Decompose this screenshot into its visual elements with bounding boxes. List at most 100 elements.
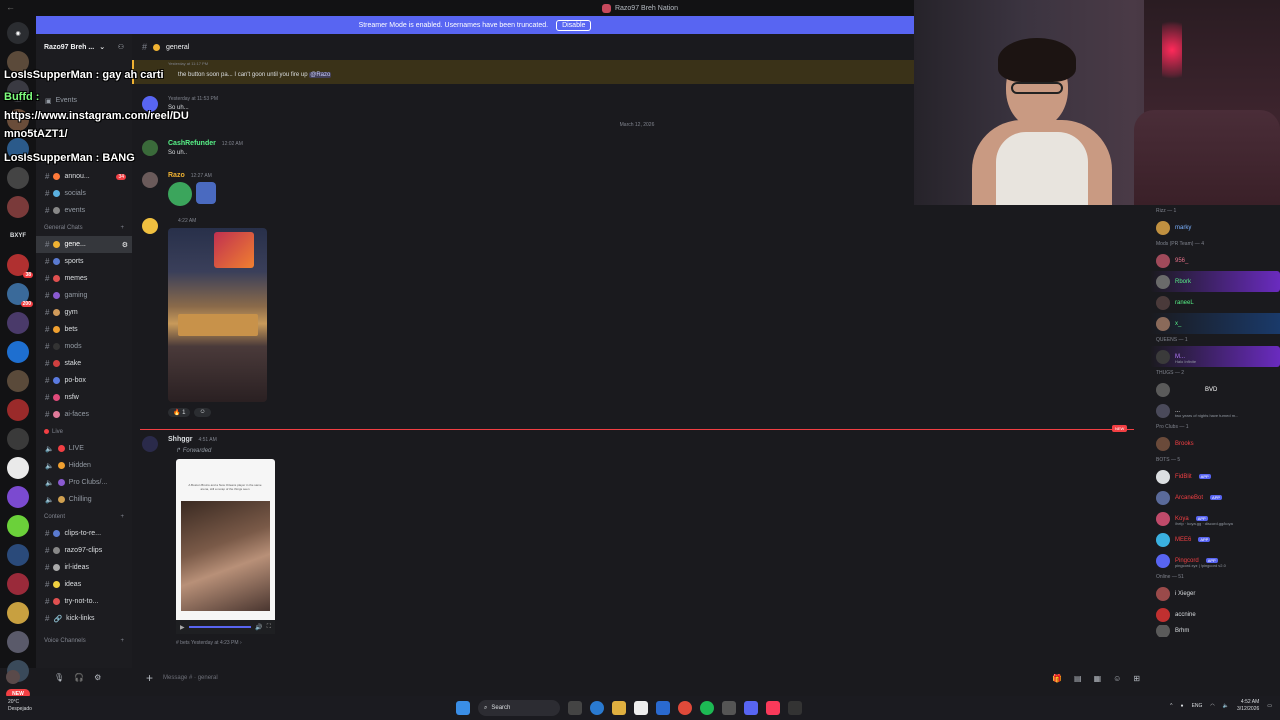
clock[interactable]: 4:52 AM 3/12/2026 xyxy=(1237,699,1259,713)
user-mention[interactable]: @Razo xyxy=(309,72,332,78)
plus-icon[interactable]: + xyxy=(120,225,124,231)
task-view-icon[interactable] xyxy=(568,701,582,715)
server-icon[interactable] xyxy=(7,341,29,363)
microphone-icon[interactable]: 🎙 xyxy=(54,673,64,682)
member-item[interactable]: ... two years of nights have turned m... xyxy=(1150,400,1280,421)
member-item[interactable]: raneeL xyxy=(1150,292,1280,313)
chevron-down-icon[interactable]: ⌄ xyxy=(99,43,105,51)
avatar[interactable] xyxy=(142,140,158,156)
voice-channel-pro-clubs[interactable]: 🔈 Pro Clubs/... xyxy=(36,474,132,491)
avatar[interactable] xyxy=(6,670,20,684)
play-icon[interactable]: ▶ xyxy=(180,624,185,631)
server-icon[interactable] xyxy=(7,486,29,508)
voice-channel-chilling[interactable]: 🔈 Chilling xyxy=(36,491,132,508)
server-icon[interactable] xyxy=(7,544,29,566)
avatar[interactable] xyxy=(142,218,158,234)
channel-clips-to-review[interactable]: # clips-to-re... xyxy=(36,525,132,542)
channel-ideas[interactable]: # ideas xyxy=(36,576,132,593)
member-item[interactable]: marky xyxy=(1150,217,1280,238)
tray-icon[interactable]: ● xyxy=(1181,703,1184,709)
chrome-icon[interactable] xyxy=(678,701,692,715)
username[interactable]: Razo xyxy=(168,172,185,179)
store-icon[interactable] xyxy=(634,701,648,715)
server-icon[interactable] xyxy=(7,312,29,334)
apps-icon[interactable]: ⊞ xyxy=(1133,674,1140,683)
server-header[interactable]: Razo97 Breh ... ⌄ ⚇ xyxy=(36,34,132,60)
channel-nsfw[interactable]: # nsfw xyxy=(36,389,132,406)
category-content[interactable]: Content + xyxy=(36,508,132,525)
channel-razo97-clips[interactable]: # razo97-clips xyxy=(36,542,132,559)
server-icon[interactable]: 38 xyxy=(7,254,33,278)
server-icon[interactable] xyxy=(7,370,29,392)
voice-channel-live[interactable]: 🔈 LIVE xyxy=(36,440,132,457)
volume-icon[interactable]: 🔊 xyxy=(255,624,262,631)
edge-icon[interactable] xyxy=(590,701,604,715)
member-item[interactable]: BVD xyxy=(1150,379,1280,400)
language-indicator[interactable]: ENG xyxy=(1192,703,1203,709)
member-item[interactable]: Brhm xyxy=(1150,625,1280,637)
reply-message[interactable]: the button soon pa... I can't goon until… xyxy=(178,72,332,78)
taskbar-search[interactable]: ⌕ Search xyxy=(478,700,560,716)
member-item[interactable]: Rbork xyxy=(1150,271,1280,292)
username[interactable]: Shhggr xyxy=(168,436,193,443)
avatar[interactable] xyxy=(142,172,158,188)
image-attachment[interactable] xyxy=(168,228,267,402)
gif-icon[interactable]: ▤ xyxy=(1074,674,1082,683)
sticker-image[interactable] xyxy=(168,182,192,206)
app-icon[interactable] xyxy=(722,701,736,715)
chevron-up-icon[interactable]: ^ xyxy=(1170,703,1172,709)
member-item[interactable]: FidBlit APP xyxy=(1150,466,1280,487)
member-item[interactable]: i Xieger xyxy=(1150,583,1280,604)
server-icon[interactable] xyxy=(7,515,29,537)
category-live[interactable]: Live xyxy=(36,423,132,440)
message-input[interactable]: Message # · general xyxy=(163,675,218,681)
user-settings-gear-icon[interactable]: ⚙ xyxy=(94,673,101,682)
channel-memes[interactable]: # memes xyxy=(36,270,132,287)
emoji-picker-icon[interactable]: ☺ xyxy=(1113,674,1121,683)
category-general-chats[interactable]: General Chats + xyxy=(36,219,132,236)
username[interactable]: CashRefunder xyxy=(168,140,216,147)
reaction-fire[interactable]: 🔥 1 xyxy=(168,408,191,417)
member-item[interactable]: Brooks xyxy=(1150,433,1280,454)
server-icon[interactable] xyxy=(7,167,29,189)
server-icon[interactable] xyxy=(7,399,29,421)
avatar[interactable] xyxy=(142,436,158,452)
channel-gaming[interactable]: # gaming xyxy=(36,287,132,304)
channel-irl-ideas[interactable]: # irl-ideas xyxy=(36,559,132,576)
channel-po-box[interactable]: # po-box xyxy=(36,372,132,389)
events-link[interactable]: ▣ Events xyxy=(36,92,132,109)
channel-ai-faces[interactable]: # ai-faces xyxy=(36,406,132,423)
invite-icon[interactable]: ⚇ xyxy=(118,43,124,51)
member-item[interactable]: M... Halo Infinite xyxy=(1150,346,1280,367)
add-reaction-icon[interactable]: ☺ xyxy=(194,408,211,417)
volume-icon[interactable]: 🔈 xyxy=(1223,703,1229,709)
music-icon[interactable] xyxy=(766,701,780,715)
server-folder-label[interactable]: BXYF xyxy=(7,225,29,247)
forwarded-video-card[interactable]: A Boston Bruins and a New Orleans player… xyxy=(176,459,275,634)
channel-bets[interactable]: # bets xyxy=(36,321,132,338)
file-explorer-icon[interactable] xyxy=(612,701,626,715)
channel-gym[interactable]: # gym xyxy=(36,304,132,321)
member-item[interactable]: Pingcord APP pingcord.xyz | !pingcord v2.0 xyxy=(1150,550,1280,571)
disable-streamer-mode-button[interactable]: Disable xyxy=(556,19,592,31)
back-arrow-icon[interactable]: ← xyxy=(6,2,15,12)
server-icon[interactable] xyxy=(7,457,29,479)
channel-sports[interactable]: # sports xyxy=(36,253,132,270)
wifi-icon[interactable]: ◠ xyxy=(1210,703,1214,709)
discord-icon[interactable] xyxy=(744,701,758,715)
channel-stake[interactable]: # stake xyxy=(36,355,132,372)
member-item[interactable]: ArcaneBot APP xyxy=(1150,487,1280,508)
member-item[interactable]: Koya APP/help · koya.gg · discord.gg/koya xyxy=(1150,508,1280,529)
channel-events[interactable]: # events xyxy=(36,202,132,219)
channel-kick-links[interactable]: # 🔗 kick-links xyxy=(36,610,132,627)
fullscreen-icon[interactable]: ⛶ xyxy=(267,624,271,631)
app-icon[interactable] xyxy=(788,701,802,715)
channel-try-not-to[interactable]: # try-not-to... xyxy=(36,593,132,610)
member-item[interactable]: 956_ xyxy=(1150,250,1280,271)
notifications-icon[interactable]: ▭ xyxy=(1267,703,1272,709)
member-item[interactable]: MEE6 APP xyxy=(1150,529,1280,550)
attach-plus-icon[interactable]: + xyxy=(146,671,153,685)
spotify-icon[interactable] xyxy=(700,701,714,715)
server-icon[interactable] xyxy=(7,602,29,624)
channel-mods[interactable]: # mods xyxy=(36,338,132,355)
